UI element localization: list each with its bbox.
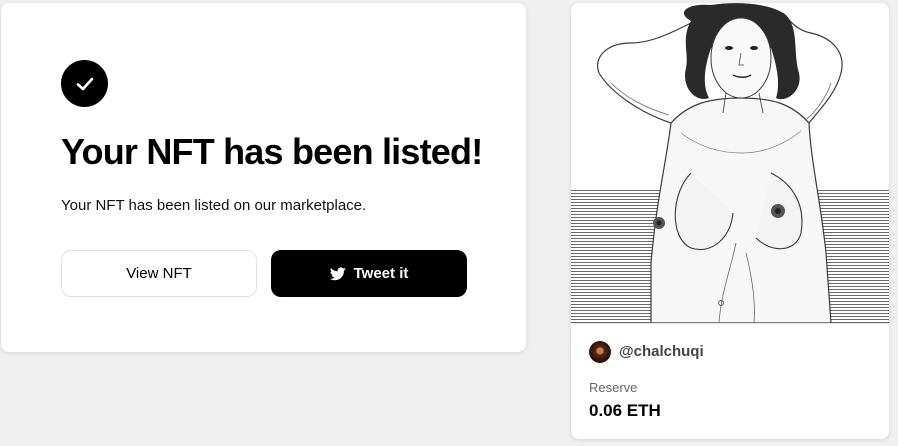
tweet-it-button[interactable]: Tweet it [271, 250, 467, 297]
reserve-label: Reserve [589, 380, 638, 395]
creator-handle[interactable]: @chalchuqi [619, 343, 704, 360]
tweet-it-label: Tweet it [353, 265, 409, 282]
view-nft-label: View NFT [126, 265, 192, 282]
creator-avatar[interactable] [589, 341, 611, 363]
checkmark-icon [61, 60, 108, 107]
twitter-icon [329, 266, 346, 280]
page-title: Your NFT has been listed! [61, 131, 483, 172]
view-nft-button[interactable]: View NFT [61, 250, 257, 297]
nft-preview-card[interactable]: @chalchuqi Reserve 0.06 ETH [571, 3, 889, 439]
listing-success-card: Your NFT has been listed! Your NFT has b… [1, 3, 526, 352]
card-divider [571, 323, 889, 324]
reserve-price: 0.06 ETH [589, 401, 661, 420]
nft-artwork[interactable] [571, 3, 889, 323]
listing-description: Your NFT has been listed on our marketpl… [61, 197, 367, 214]
